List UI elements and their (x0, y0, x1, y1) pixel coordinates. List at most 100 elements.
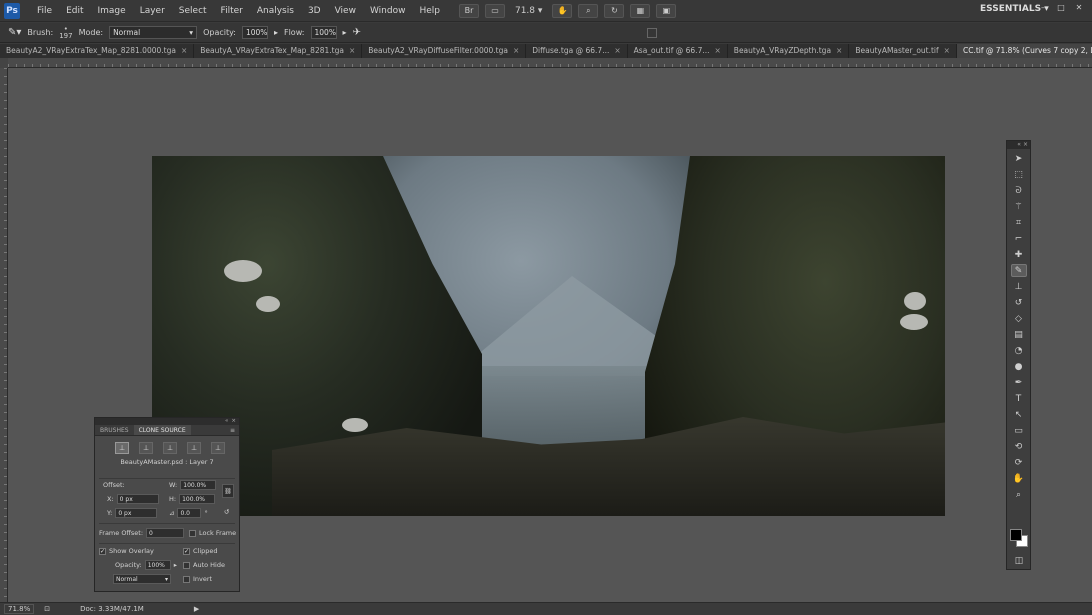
zoom-level-input[interactable]: 71.8% (4, 604, 35, 614)
quick-mask-icon[interactable]: ◫ (1011, 554, 1027, 567)
clone-stamp-icon[interactable]: ⊥ (1011, 280, 1027, 293)
hand-tool-icon[interactable]: ✋ (1011, 472, 1027, 485)
close-icon[interactable]: × (513, 46, 519, 55)
bridge-icon[interactable]: Br (458, 3, 479, 18)
hand-tool-icon[interactable]: ✋ (552, 3, 573, 18)
tab-document[interactable]: BeautyA_VRayExtraTex_Map_8281.tga × (194, 44, 363, 58)
tab-document[interactable]: BeautyA2_VRayDiffuseFilter.0000.tga × (362, 44, 527, 58)
flow-input[interactable]: 100% (310, 26, 337, 39)
clone-source-slot-icon[interactable]: ⊥ (163, 442, 177, 454)
menu-layer[interactable]: Layer (133, 6, 172, 16)
opacity-input[interactable]: 100% (241, 26, 268, 39)
gradient-tool-icon[interactable]: ▤ (1011, 328, 1027, 341)
menu-image[interactable]: Image (91, 6, 133, 16)
zoom-tool-icon[interactable]: ⌕ (1011, 488, 1027, 501)
zoom-tool-icon[interactable]: ⌕ (578, 3, 599, 18)
brush-preset-picker[interactable]: • 197 (59, 25, 72, 40)
show-overlay-checkbox[interactable]: ✓ (99, 547, 106, 555)
eraser-icon[interactable]: ◇ (1011, 312, 1027, 325)
overlay-blend-select[interactable]: Normal ▾ (113, 574, 171, 584)
maximize-icon[interactable]: □ (1054, 3, 1068, 15)
tab-document[interactable]: BeautyA_VRayZDepth.tga × (728, 44, 850, 58)
menu-file[interactable]: File (30, 6, 59, 16)
tab-brushes[interactable]: BRUSHES (95, 425, 134, 435)
menu-window[interactable]: Window (363, 6, 413, 16)
menu-analysis[interactable]: Analysis (250, 6, 301, 16)
zoom-dropdown[interactable]: 71.8 ▾ (511, 6, 546, 16)
width-input[interactable]: 100.0% (180, 480, 217, 490)
vertical-ruler[interactable] (0, 68, 8, 602)
ruler-origin[interactable] (0, 58, 8, 68)
panel-header[interactable]: «× (95, 418, 239, 425)
menu-help[interactable]: Help (412, 6, 447, 16)
menu-select[interactable]: Select (172, 6, 214, 16)
y-offset-input[interactable]: 0 px (115, 508, 158, 518)
eyedropper-icon[interactable]: ⌐ (1011, 232, 1027, 245)
history-brush-icon[interactable]: ↺ (1011, 296, 1027, 309)
close-icon[interactable]: × (944, 46, 950, 55)
screen-mode-icon[interactable]: ▣ (656, 3, 677, 18)
opacity-slider-icon[interactable]: ▸ (174, 561, 177, 569)
status-menu-icon[interactable]: ▶ (194, 605, 199, 613)
flow-slider-icon[interactable]: ▸ (343, 28, 347, 37)
crop-tool-icon[interactable]: ⌗ (1011, 216, 1027, 229)
close-icon[interactable]: ✕ (1072, 3, 1086, 15)
brush-tool-icon[interactable]: ✎▾ (8, 27, 21, 38)
minimize-icon[interactable]: – (1036, 3, 1050, 15)
angle-input[interactable]: 0.0 (177, 508, 202, 518)
tab-document[interactable]: BeautyAMaster_out.tif × (849, 44, 957, 58)
blur-tool-icon[interactable]: ◔ (1011, 344, 1027, 357)
close-icon[interactable]: × (349, 46, 355, 55)
tab-document[interactable]: Diffuse.tga @ 66.7... × (526, 44, 628, 58)
link-icon[interactable]: ⛓ (222, 484, 234, 498)
menu-view[interactable]: View (328, 6, 363, 16)
mode-select[interactable]: Normal ▾ (109, 26, 198, 39)
tools-panel-header[interactable]: «× (1007, 141, 1030, 149)
3d-rotate-icon[interactable]: ⟲ (1011, 440, 1027, 453)
collapse-icon[interactable]: « (225, 418, 228, 425)
move-tool-icon[interactable]: ➤ (1011, 152, 1027, 165)
pen-tool-icon[interactable]: ✒ (1011, 376, 1027, 389)
brush-tool-icon[interactable]: ✎ (1010, 264, 1027, 277)
view-extras-icon[interactable]: ▭ (484, 3, 505, 18)
rotate-view-icon[interactable]: ↻ (604, 3, 625, 18)
panel-menu-icon[interactable]: ≡ (226, 425, 239, 435)
reset-transform-icon[interactable]: ↺ (224, 508, 229, 516)
close-icon[interactable]: × (181, 46, 187, 55)
clone-source-slot-icon[interactable]: ⊥ (187, 442, 201, 454)
menu-3d[interactable]: 3D (301, 6, 328, 16)
invert-checkbox[interactable] (183, 575, 190, 583)
menu-edit[interactable]: Edit (59, 6, 90, 16)
healing-brush-icon[interactable]: ✚ (1011, 248, 1027, 261)
path-selection-icon[interactable]: ↖ (1011, 408, 1027, 421)
clone-source-slot-icon[interactable]: ⊥ (139, 442, 153, 454)
close-icon[interactable]: × (836, 46, 842, 55)
clipped-checkbox[interactable]: ✓ (183, 547, 190, 555)
horizontal-ruler[interactable] (8, 58, 1092, 68)
close-icon[interactable]: × (231, 418, 236, 425)
marquee-tool-icon[interactable]: ⬚ (1011, 168, 1027, 181)
arrange-documents-icon[interactable]: ▦ (630, 3, 651, 18)
tab-document[interactable]: BeautyA2_VRayExtraTex_Map_8281.0000.tga × (0, 44, 195, 58)
tab-clone-source[interactable]: CLONE SOURCE (133, 425, 191, 435)
close-icon[interactable]: × (715, 46, 721, 55)
3d-orbit-icon[interactable]: ⟳ (1011, 456, 1027, 469)
auto-hide-checkbox[interactable] (183, 561, 190, 569)
clone-source-slot-icon[interactable]: ⊥ (115, 442, 129, 454)
x-offset-input[interactable]: 0 px (116, 494, 159, 504)
document-canvas[interactable] (152, 156, 945, 516)
foreground-color-swatch[interactable] (1010, 529, 1022, 541)
lock-frame-checkbox[interactable] (189, 529, 196, 537)
close-icon[interactable]: × (1023, 141, 1028, 149)
frame-offset-input[interactable]: 0 (146, 528, 185, 538)
dodge-tool-icon[interactable]: ● (1011, 360, 1027, 373)
lasso-tool-icon[interactable]: ᘐ (1011, 184, 1027, 197)
airbrush-icon[interactable]: ✈ (353, 27, 361, 38)
opacity-pressure-icon[interactable]: ▸ (274, 28, 278, 37)
tab-document-active[interactable]: CC.tif @ 71.8% (Curves 7 copy 2, Layer M… (956, 44, 1092, 58)
close-icon[interactable]: × (614, 46, 620, 55)
tab-document[interactable]: Asa_out.tif @ 66.7... × (628, 44, 728, 58)
collapse-icon[interactable]: « (1017, 141, 1021, 149)
menu-filter[interactable]: Filter (214, 6, 250, 16)
clone-source-slot-icon[interactable]: ⊥ (211, 442, 225, 454)
